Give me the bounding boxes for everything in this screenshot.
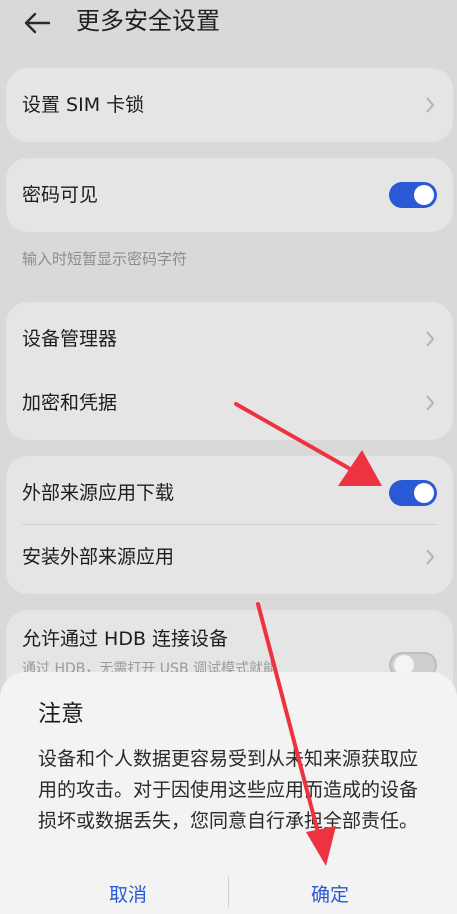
confirm-button[interactable]: 确定 [230,880,430,907]
sim-lock-card[interactable]: 设置 SIM 卡锁 [6,68,453,142]
toggle-knob [414,185,434,205]
chevron-right-icon [426,549,435,565]
chevron-right-icon [426,97,435,113]
chevron-right-icon [426,331,435,347]
top-bar: 更多安全设置 [0,0,457,50]
external-download-row: 外部来源应用下载 [6,456,453,524]
cancel-button[interactable]: 取消 [28,880,228,907]
chevron-right-icon [426,395,435,411]
hdb-label: 允许通过 HDB 连接设备 [22,628,229,650]
dialog-title: 注意 [38,701,84,727]
device-admin-row[interactable]: 设备管理器 [6,302,453,370]
external-download-label: 外部来源应用下载 [22,482,175,504]
dialog-body: 设备和个人数据更容易受到从未知来源获取应用的攻击。对于因使用这些应用而造成的设备… [38,748,419,832]
back-arrow-icon[interactable] [22,8,52,38]
encryption-label: 加密和凭据 [22,392,118,414]
warning-dialog: 注意 设备和个人数据更容易受到从未知来源获取应用的攻击。对于因使用这些应用而造成… [0,672,457,914]
toggle-knob [414,483,434,503]
password-visible-label: 密码可见 [22,184,99,206]
button-separator [228,877,229,907]
admin-card: 设备管理器 加密和凭据 [6,302,453,440]
sim-lock-label: 设置 SIM 卡锁 [22,94,145,116]
password-hint-text: 输入时短暂显示密码字符 [22,250,188,268]
encryption-row[interactable]: 加密和凭据 [6,370,453,440]
install-external-row[interactable]: 安装外部来源应用 [6,524,453,594]
external-download-toggle[interactable] [389,480,437,506]
install-external-label: 安装外部来源应用 [22,546,175,568]
password-visible-card: 密码可见 [6,158,453,232]
password-visible-toggle[interactable] [389,182,437,208]
external-source-card: 外部来源应用下载 安装外部来源应用 [6,456,453,594]
page-title: 更多安全设置 [76,7,220,35]
device-admin-label: 设备管理器 [22,328,118,350]
